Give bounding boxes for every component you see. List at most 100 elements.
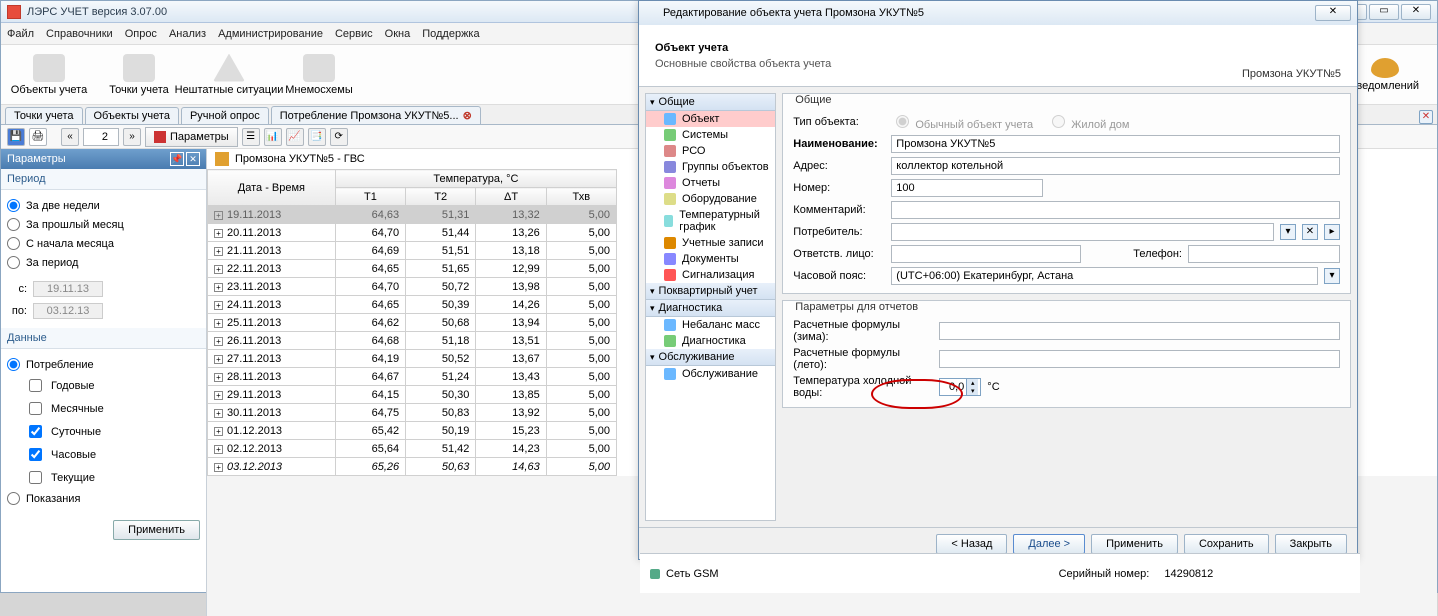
tree-group-1[interactable]: ▾Поквартирный учет [646,283,775,300]
summer-formula-input[interactable] [939,350,1340,368]
t5-button[interactable]: ⟳ [330,128,348,146]
table-row[interactable]: +24.11.201364,6550,3914,265,00 [208,296,617,314]
toolbar-btn-0[interactable]: Объекты учета [9,52,89,98]
page-first-button[interactable]: « [61,128,79,146]
menu-Администрирование[interactable]: Администрирование [218,28,323,40]
winter-formula-input[interactable] [939,322,1340,340]
table-row[interactable]: +27.11.201364,1950,5213,675,00 [208,350,617,368]
consumer-next-button[interactable]: ▸ [1324,224,1340,240]
table-row[interactable]: +26.11.201364,6851,1813,515,00 [208,332,617,350]
tree-item-0-5[interactable]: Оборудование [646,191,775,207]
table-row[interactable]: +20.11.201364,7051,4413,265,00 [208,224,617,242]
params-button[interactable]: Параметры [145,127,238,147]
cold-water-temp-spinner[interactable]: ▴▾ [939,378,981,396]
check-1[interactable] [29,402,42,415]
dlg-btn-1[interactable]: Далее > [1013,534,1085,554]
lp-pin-icon[interactable]: 📌 [170,152,184,166]
max-button[interactable]: ▭ [1369,4,1399,20]
dlg-btn-0[interactable]: < Назад [936,534,1007,554]
tree-item-0-6[interactable]: Температурный график [646,207,775,235]
expand-icon[interactable]: + [214,391,223,400]
save-button[interactable]: 💾 [7,128,25,146]
consumption-radio[interactable] [7,358,20,371]
tree-group-0[interactable]: ▾Общие [646,94,775,111]
name-input[interactable] [891,135,1340,153]
expand-icon[interactable]: + [214,283,223,292]
page-input[interactable] [83,128,119,146]
tree-item-0-2[interactable]: РСО [646,143,775,159]
close-button[interactable]: ✕ [1401,4,1431,20]
tree-item-2-1[interactable]: Диагностика [646,333,775,349]
table-row[interactable]: +21.11.201364,6951,5113,185,00 [208,242,617,260]
expand-icon[interactable]: + [214,229,223,238]
table-row[interactable]: +29.11.201364,1550,3013,855,00 [208,386,617,404]
expand-icon[interactable]: + [214,319,223,328]
check-0[interactable] [29,379,42,392]
toolbar-btn-3[interactable]: Мнемосхемы [279,52,359,98]
tree-item-3-0[interactable]: Обслуживание [646,366,775,382]
table-row[interactable]: +19.11.201364,6351,3113,325,00 [208,206,617,224]
expand-icon[interactable]: + [214,463,223,472]
t1-button[interactable]: ☰ [242,128,260,146]
menu-Поддержка[interactable]: Поддержка [422,28,479,40]
expand-icon[interactable]: + [214,211,223,220]
check-3[interactable] [29,448,42,461]
table-row[interactable]: +30.11.201364,7550,8313,925,00 [208,404,617,422]
tab-0[interactable]: Точки учета [5,107,83,124]
check-4[interactable] [29,471,42,484]
lp-close-button[interactable]: ✕ [186,152,200,166]
close-all-tabs-button[interactable]: ✕ [1419,110,1433,124]
responsible-input[interactable] [891,245,1081,263]
table-row[interactable]: +01.12.201365,4250,1915,235,00 [208,422,617,440]
consumer-clear-button[interactable]: ✕ [1302,224,1318,240]
expand-icon[interactable]: + [214,265,223,274]
expand-icon[interactable]: + [214,409,223,418]
menu-Сервис[interactable]: Сервис [335,28,373,40]
table-row[interactable]: +03.12.201365,2650,6314,635,00 [208,458,617,476]
tree-group-3[interactable]: ▾Обслуживание [646,349,775,366]
menu-Окна[interactable]: Окна [385,28,411,40]
timezone-dropdown-button[interactable]: ▾ [1324,268,1340,284]
consumer-input[interactable] [891,223,1274,241]
toolbar-btn-2[interactable]: Нештатные ситуации [189,52,269,98]
tree-item-2-0[interactable]: Небаланс масс [646,317,775,333]
period-radio-0[interactable] [7,199,20,212]
consumer-dropdown-button[interactable]: ▾ [1280,224,1296,240]
tree-item-0-1[interactable]: Системы [646,127,775,143]
expand-icon[interactable]: + [214,355,223,364]
tab-1[interactable]: Объекты учета [85,107,179,124]
t4-button[interactable]: 📑 [308,128,326,146]
period-radio-1[interactable] [7,218,20,231]
notifications-button[interactable]: уведомлений [1351,58,1429,92]
tab-close-icon[interactable]: ⊗ [463,109,472,122]
tree-item-0-0[interactable]: Объект [646,111,775,127]
tree-item-0-8[interactable]: Документы [646,251,775,267]
date-from-input[interactable] [33,281,103,297]
page-last-button[interactable]: » [123,128,141,146]
dlg-btn-2[interactable]: Применить [1091,534,1178,554]
expand-icon[interactable]: + [214,247,223,256]
tree-item-0-3[interactable]: Группы объектов [646,159,775,175]
dlg-btn-4[interactable]: Закрыть [1275,534,1347,554]
table-row[interactable]: +02.12.201365,6451,4214,235,00 [208,440,617,458]
table-row[interactable]: +23.11.201364,7050,7213,985,00 [208,278,617,296]
period-radio-2[interactable] [7,237,20,250]
expand-icon[interactable]: + [214,337,223,346]
period-radio-3[interactable] [7,256,20,269]
timezone-select[interactable] [891,267,1318,285]
tab-3[interactable]: Потребление Промзона УКУТ№5...⊗ [271,106,481,124]
menu-Опрос[interactable]: Опрос [125,28,157,40]
expand-icon[interactable]: + [214,445,223,454]
tree-group-2[interactable]: ▾Диагностика [646,300,775,317]
check-2[interactable] [29,425,42,438]
menu-Файл[interactable]: Файл [7,28,34,40]
tab-2[interactable]: Ручной опрос [181,107,269,124]
comment-input[interactable] [891,201,1340,219]
phone-input[interactable] [1188,245,1340,263]
t3-button[interactable]: 📈 [286,128,304,146]
table-row[interactable]: +25.11.201364,6250,6813,945,00 [208,314,617,332]
expand-icon[interactable]: + [214,373,223,382]
apply-button[interactable]: Применить [113,520,200,540]
readings-radio[interactable] [7,492,20,505]
t2-button[interactable]: 📊 [264,128,282,146]
